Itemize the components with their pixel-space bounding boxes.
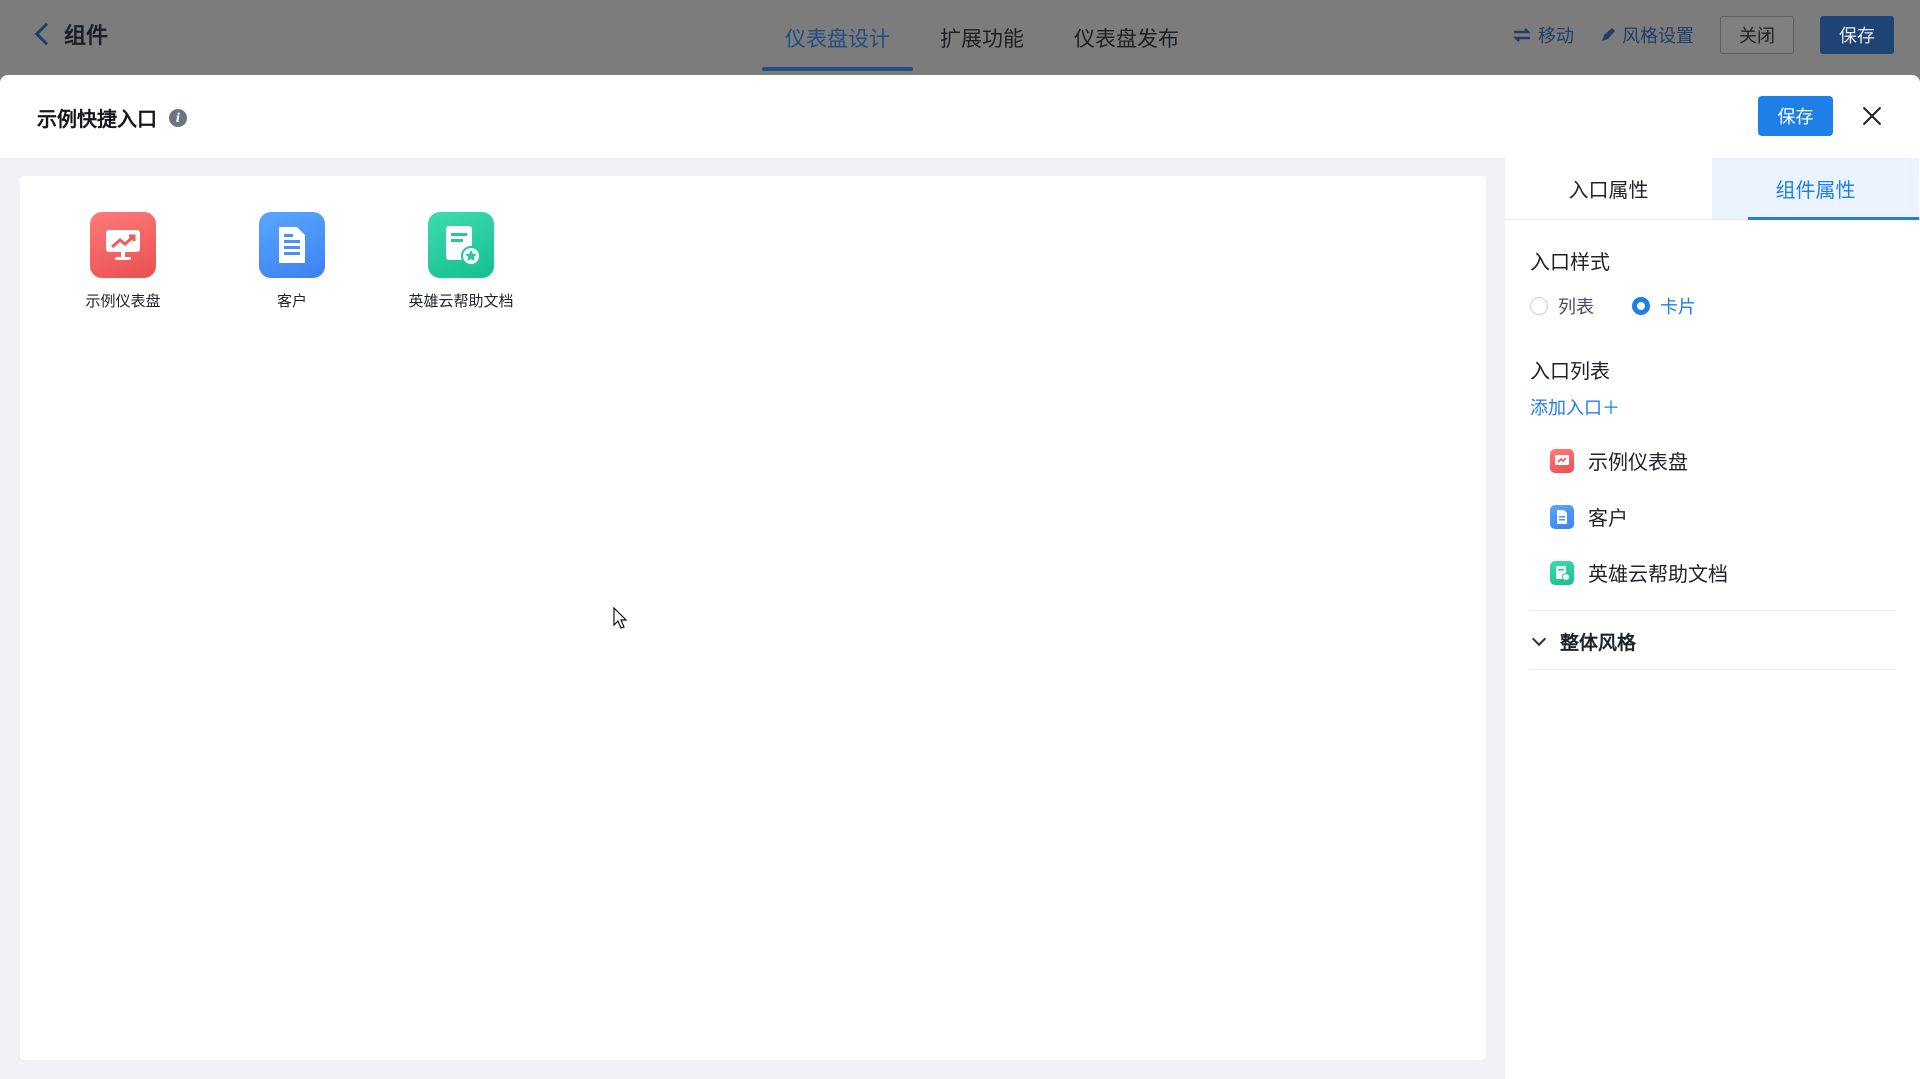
entry-tile[interactable]: 示例仪表盘: [48, 212, 198, 311]
swap-icon: [1513, 28, 1531, 42]
preview-canvas: 示例仪表盘 客户 英雄云帮助文档: [20, 176, 1486, 1060]
tile-label: 示例仪表盘: [85, 292, 161, 310]
radio-card-label: 卡片: [1660, 297, 1696, 318]
style-settings-button[interactable]: 风格设置: [1600, 22, 1694, 48]
panel-tabs: 入口属性 组件属性: [1505, 158, 1920, 220]
document-icon: [1550, 504, 1574, 529]
radio-circle: [1530, 297, 1548, 315]
chevron-down-icon: [1531, 631, 1547, 646]
dashboard-chart-icon: [1550, 448, 1574, 473]
style-settings-label: 风格设置: [1622, 26, 1694, 47]
modal-title-text: 示例快捷入口: [37, 107, 157, 131]
properties-panel: 入口属性 组件属性 入口样式 列表 卡片 入口列表 添加入口＋ 示例仪表盘 客户…: [1505, 158, 1920, 1079]
entry-style-title: 入口样式: [1530, 250, 1610, 274]
overall-style-collapse[interactable]: 整体风格: [1530, 628, 1636, 655]
modal-title: 示例快捷入口 i: [37, 103, 187, 132]
tab-entry-properties[interactable]: 入口属性: [1505, 158, 1712, 219]
entry-list: 示例仪表盘 客户 英雄云帮助文档: [1550, 446, 1728, 587]
info-icon[interactable]: i: [169, 108, 187, 127]
tab-dashboard-publish[interactable]: 仪表盘发布: [1049, 0, 1204, 75]
save-app-button[interactable]: 保存: [1820, 16, 1894, 54]
entry-style-section: 入口样式 列表 卡片: [1530, 246, 1696, 319]
tab-extensions[interactable]: 扩展功能: [915, 0, 1049, 75]
dashboard-chart-icon: [90, 212, 156, 278]
entry-list-title: 入口列表: [1530, 359, 1610, 383]
radio-card[interactable]: 卡片: [1632, 293, 1696, 319]
add-entry-link[interactable]: 添加入口＋: [1530, 394, 1728, 420]
tile-label: 英雄云帮助文档: [408, 292, 514, 310]
overall-style-label: 整体风格: [1560, 632, 1637, 654]
pen-icon: [1602, 28, 1615, 41]
move-label: 移动: [1538, 26, 1574, 47]
top-actions: 移动 风格设置 关闭 保存: [1512, 16, 1894, 54]
list-item[interactable]: 客户: [1550, 502, 1728, 531]
move-button[interactable]: 移动: [1512, 22, 1574, 48]
radio-circle: [1632, 297, 1650, 315]
tab-component-properties[interactable]: 组件属性: [1712, 158, 1919, 220]
starred-document-icon: [428, 212, 494, 278]
radio-list[interactable]: 列表: [1530, 293, 1594, 319]
back-label: 组件: [64, 24, 109, 49]
list-item[interactable]: 英雄云帮助文档: [1550, 558, 1728, 587]
starred-document-icon: [1550, 560, 1574, 585]
section-divider: [1530, 669, 1895, 670]
entry-tile[interactable]: 客户: [217, 212, 367, 311]
list-item[interactable]: 示例仪表盘: [1550, 446, 1728, 475]
close-app-button[interactable]: 关闭: [1720, 16, 1794, 54]
close-icon[interactable]: [1862, 106, 1882, 126]
radio-list-label: 列表: [1558, 297, 1594, 318]
quick-entry-modal: 示例快捷入口 i 保存 示例仪表盘 客户 英雄云帮助文档 入口属性 组件属性 入…: [0, 75, 1920, 1079]
entry-label: 客户: [1588, 506, 1628, 530]
entry-list-section: 入口列表 添加入口＋ 示例仪表盘 客户 英雄云帮助文档: [1530, 355, 1728, 587]
document-icon: [259, 212, 325, 278]
modal-save-button[interactable]: 保存: [1758, 96, 1833, 136]
entry-label: 英雄云帮助文档: [1588, 562, 1728, 586]
entry-label: 示例仪表盘: [1588, 450, 1688, 474]
chevron-left-icon: [34, 22, 58, 46]
section-divider: [1530, 610, 1895, 611]
tab-dashboard-design[interactable]: 仪表盘设计: [760, 0, 915, 75]
tile-label: 客户: [276, 292, 307, 310]
entry-style-radios: 列表 卡片: [1530, 293, 1696, 319]
entry-tile[interactable]: 英雄云帮助文档: [386, 212, 536, 311]
modal-header: 示例快捷入口 i 保存: [0, 75, 1920, 158]
app-topbar: 组件 仪表盘设计 扩展功能 仪表盘发布 移动 风格设置 关闭 保存: [0, 0, 1920, 75]
back-button[interactable]: 组件: [32, 18, 108, 50]
main-tabs: 仪表盘设计 扩展功能 仪表盘发布: [760, 0, 1204, 75]
mouse-cursor-icon: [613, 607, 627, 629]
